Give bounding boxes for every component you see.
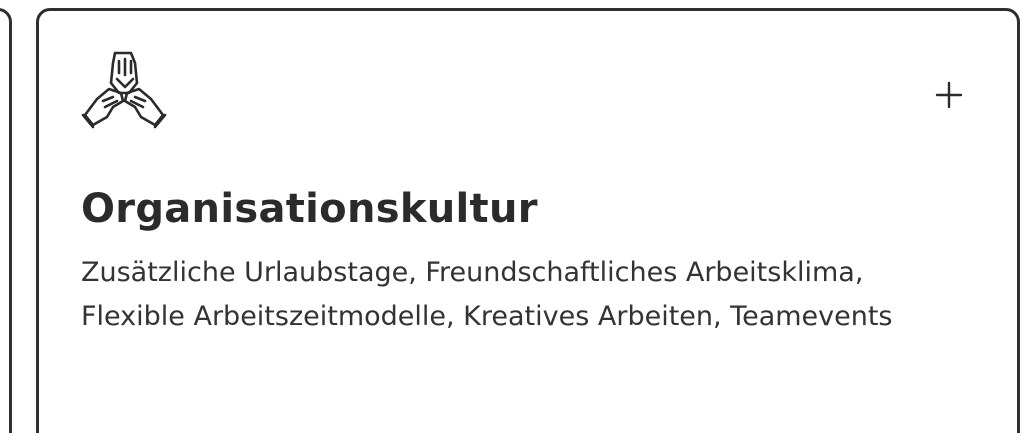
expand-button[interactable] (929, 75, 969, 115)
card-title: Organisationskultur (81, 186, 538, 232)
previous-benefit-card[interactable] (0, 8, 12, 433)
benefit-card-organisationskultur[interactable]: Organisationskultur Zusätzliche Urlaubst… (36, 8, 1020, 433)
card-description: Zusätzliche Urlaubstage, Freundschaftlic… (81, 257, 893, 332)
benefits-carousel: Organisationskultur Zusätzliche Urlaubst… (0, 0, 1035, 433)
plus-icon (935, 81, 963, 109)
joined-hands-icon (79, 49, 169, 133)
